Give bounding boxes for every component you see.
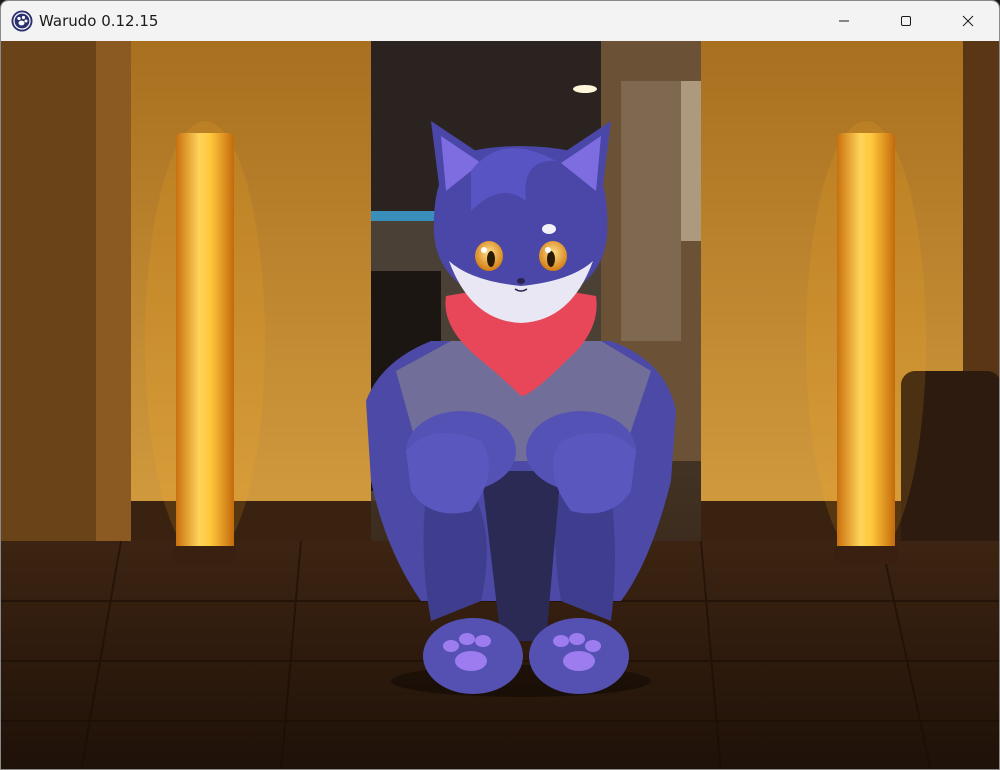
title-bar[interactable]: Warudo 0.12.15 bbox=[1, 1, 999, 41]
warudo-logo-icon bbox=[11, 10, 33, 32]
maximize-icon bbox=[901, 16, 911, 26]
minimize-icon bbox=[839, 20, 849, 22]
maximize-button[interactable] bbox=[875, 1, 937, 41]
window-controls bbox=[813, 1, 999, 41]
scene-render bbox=[1, 41, 999, 769]
minimize-button[interactable] bbox=[813, 1, 875, 41]
window-title: Warudo 0.12.15 bbox=[39, 12, 159, 30]
floor-lamp-right bbox=[806, 121, 926, 564]
close-icon bbox=[962, 15, 974, 27]
scene-viewport[interactable] bbox=[1, 41, 999, 769]
floor-lamp-left bbox=[145, 121, 265, 564]
close-button[interactable] bbox=[937, 1, 999, 41]
ceiling-light bbox=[573, 85, 597, 93]
app-window: Warudo 0.12.15 bbox=[0, 0, 1000, 770]
